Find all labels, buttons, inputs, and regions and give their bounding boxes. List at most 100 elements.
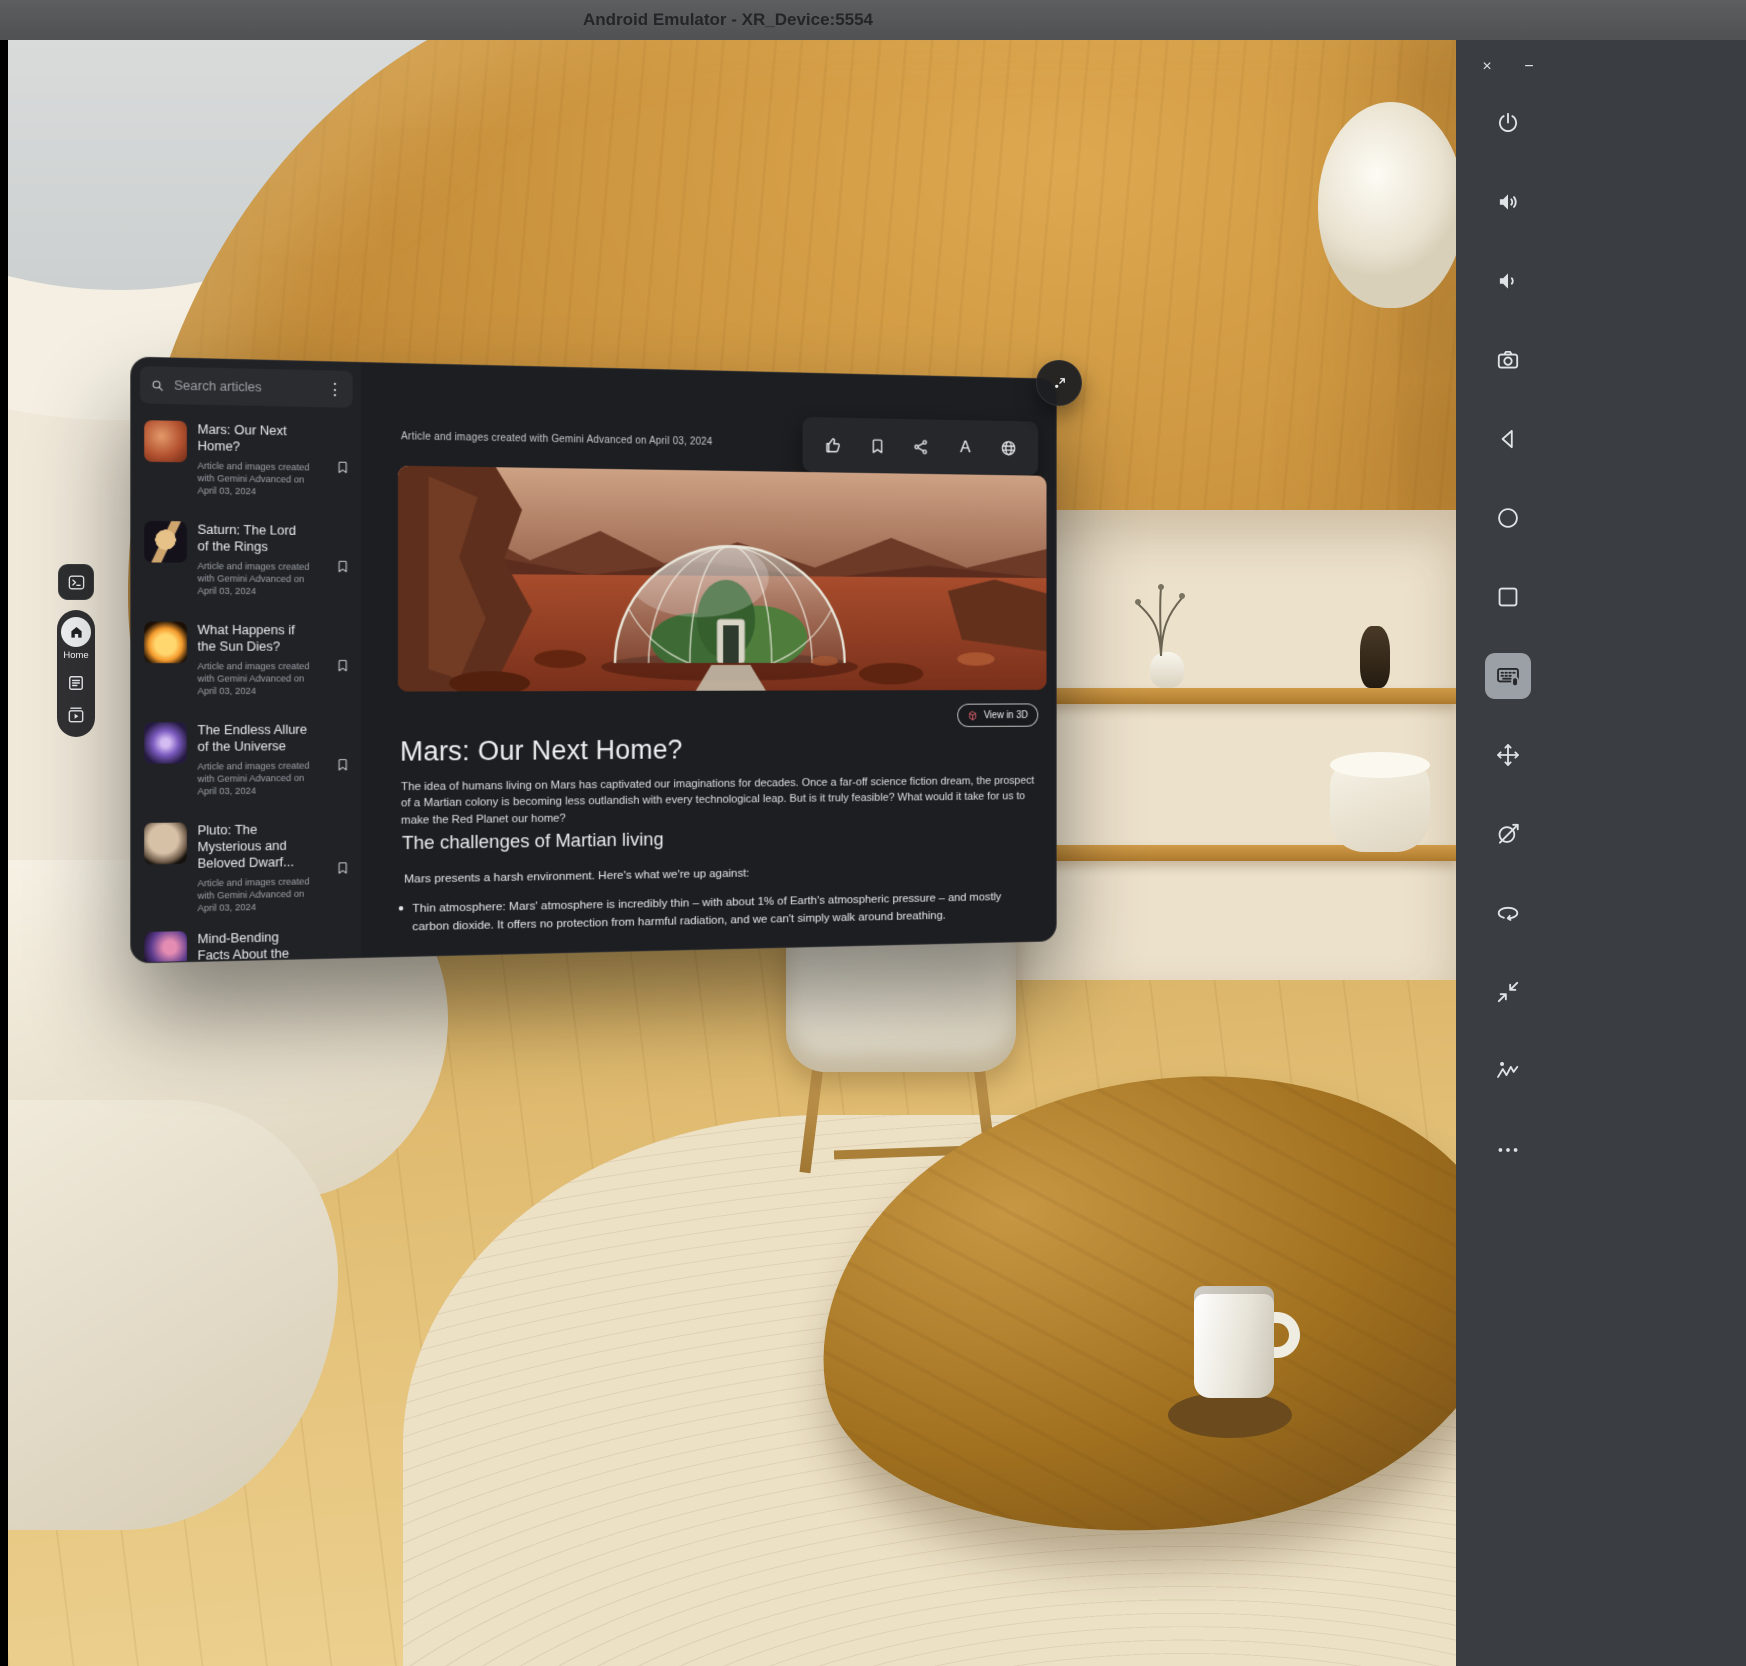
- volume-up-icon: [1495, 189, 1521, 215]
- article-thumbnail: [144, 521, 187, 563]
- keyboard-input-icon: [1495, 663, 1521, 689]
- window-controls: × −: [1456, 40, 1746, 80]
- home-button[interactable]: [1485, 495, 1531, 541]
- collapse-view-button[interactable]: [1485, 969, 1531, 1015]
- article-item-subtitle: Article and images created with Gemini A…: [197, 875, 315, 915]
- camera-icon: [1495, 347, 1521, 373]
- article-item-universe[interactable]: The Endless Allure of the Universe Artic…: [131, 713, 360, 815]
- side-stool-top: [1330, 752, 1430, 778]
- bookmark-article-button[interactable]: [863, 431, 891, 461]
- bookmark-icon-button[interactable]: [335, 626, 351, 705]
- text-size-button[interactable]: A: [951, 433, 979, 463]
- bookmark-icon-button[interactable]: [335, 824, 351, 912]
- article-item-text: Pluto: The Mysterious and Beloved Dwarf.…: [197, 821, 324, 915]
- bookmark-icon-button[interactable]: [335, 428, 351, 507]
- camera-button[interactable]: [1485, 337, 1531, 383]
- bullet-marker: ●: [398, 900, 404, 936]
- window-title: Android Emulator - XR_Device:5554: [0, 0, 1456, 40]
- view-3d-icon: [968, 710, 978, 721]
- view-in-3d-label: View in 3D: [984, 710, 1028, 721]
- dark-vase: [1360, 626, 1390, 688]
- more-options-button[interactable]: [1485, 1127, 1531, 1173]
- article-item-title: Saturn: The Lord of the Rings: [197, 521, 308, 555]
- article-item-subtitle: Article and images created with Gemini A…: [197, 759, 315, 798]
- search-input[interactable]: [174, 378, 318, 396]
- view-in-3d-button[interactable]: View in 3D: [958, 703, 1039, 727]
- article-item-text: Saturn: The Lord of the Rings Article an…: [197, 521, 324, 605]
- power-icon: [1495, 110, 1521, 136]
- video-library-icon: [66, 705, 86, 725]
- news-icon: [66, 673, 86, 693]
- article-item-subtitle: Article and images created with Gemini A…: [197, 660, 315, 698]
- article-item-subtitle: Article and images created with Gemini A…: [197, 459, 315, 498]
- search-bar: ⋮: [140, 366, 353, 408]
- article-item-title: The Endless Allure of the Universe: [197, 721, 308, 755]
- more-dots-icon: [1495, 1137, 1521, 1163]
- pose-tracking-button[interactable]: [1485, 1048, 1531, 1094]
- bookmark-icon: [335, 559, 351, 574]
- terminal-icon: [67, 573, 86, 592]
- emulator-toolbar: × −: [1456, 40, 1746, 1666]
- article-item-text: Mind-Bending Facts About the Universe Ar…: [197, 929, 324, 963]
- bookmark-icon-button[interactable]: [335, 725, 351, 804]
- volume-up-button[interactable]: [1485, 179, 1531, 225]
- pose-tracking-icon: [1495, 1058, 1521, 1084]
- dock-news-button[interactable]: [66, 673, 86, 693]
- article-actions-toolbar: A: [802, 417, 1038, 476]
- dock-video-button[interactable]: [66, 705, 86, 725]
- article-app-panel: ⋮ Mars: Our Next Home? Article and image…: [130, 357, 1056, 964]
- home-icon: [68, 624, 85, 641]
- rotate-view-icon: [1495, 900, 1521, 926]
- collapse-arrows-icon: [1495, 979, 1521, 1005]
- terminal-button[interactable]: [58, 564, 94, 600]
- keyboard-input-button[interactable]: [1485, 653, 1531, 699]
- back-button[interactable]: [1485, 416, 1531, 462]
- sidebar-menu-button[interactable]: ⋮: [327, 380, 344, 399]
- article-title: Mars: Our Next Home?: [400, 735, 683, 768]
- article-thumbnail: [144, 420, 187, 462]
- article-item-text: Mars: Our Next Home? Article and images …: [197, 421, 324, 506]
- section-intro: Mars presents a harsh environment. Here'…: [404, 866, 749, 886]
- article-item-saturn[interactable]: Saturn: The Lord of the Rings Article an…: [131, 512, 360, 614]
- article-item-facts[interactable]: Mind-Bending Facts About the Universe Ar…: [131, 920, 360, 963]
- bookmark-icon: [335, 757, 351, 772]
- article-item-title: Pluto: The Mysterious and Beloved Dwarf.…: [197, 821, 308, 872]
- bullet-item: ● Thin atmosphere: Mars' atmosphere is i…: [398, 888, 1034, 936]
- article-thumbnail: [144, 932, 187, 963]
- plant-sprig: [1116, 578, 1206, 658]
- article-item-sun[interactable]: What Happens if the Sun Dies? Article an…: [131, 613, 360, 714]
- article-item-title: Mars: Our Next Home?: [197, 421, 308, 456]
- overview-square-icon: [1495, 584, 1521, 610]
- language-button[interactable]: [995, 433, 1023, 463]
- xr-scene[interactable]: Home ⋮: [8, 40, 1456, 1666]
- power-button[interactable]: [1485, 100, 1531, 146]
- bookmark-icon-button[interactable]: [335, 932, 351, 962]
- orbit-lock-button[interactable]: [1485, 811, 1531, 857]
- dock-home-button[interactable]: [61, 617, 91, 647]
- toolbar-button-column: [1456, 100, 1560, 1173]
- back-triangle-icon: [1495, 426, 1521, 452]
- article-list: Mars: Our Next Home? Article and images …: [131, 412, 360, 963]
- volume-down-icon: [1495, 268, 1521, 294]
- coaster: [1168, 1392, 1292, 1438]
- drag-handle-icon: [1050, 374, 1069, 393]
- white-mug: [1194, 1286, 1274, 1398]
- dock-home-label: Home: [63, 650, 88, 661]
- minimize-button[interactable]: −: [1516, 54, 1542, 80]
- rotate-view-button[interactable]: [1485, 890, 1531, 936]
- window-titlebar[interactable]: Android Emulator - XR_Device:5554: [0, 0, 1746, 40]
- bookmark-icon-button[interactable]: [335, 527, 351, 606]
- panel-drag-handle[interactable]: [1036, 360, 1082, 406]
- share-button[interactable]: [907, 432, 935, 462]
- article-item-mars[interactable]: Mars: Our Next Home? Article and images …: [131, 412, 360, 515]
- article-sidebar: ⋮ Mars: Our Next Home? Article and image…: [131, 358, 360, 963]
- volume-down-button[interactable]: [1485, 258, 1531, 304]
- move-button[interactable]: [1485, 732, 1531, 778]
- overview-button[interactable]: [1485, 574, 1531, 620]
- bookmark-icon: [335, 658, 351, 673]
- article-thumbnail: [144, 622, 187, 664]
- thumbs-up-button[interactable]: [818, 430, 847, 460]
- article-item-pluto[interactable]: Pluto: The Mysterious and Beloved Dwarf.…: [131, 812, 360, 924]
- bookmark-icon: [335, 460, 351, 476]
- close-button[interactable]: ×: [1474, 54, 1500, 80]
